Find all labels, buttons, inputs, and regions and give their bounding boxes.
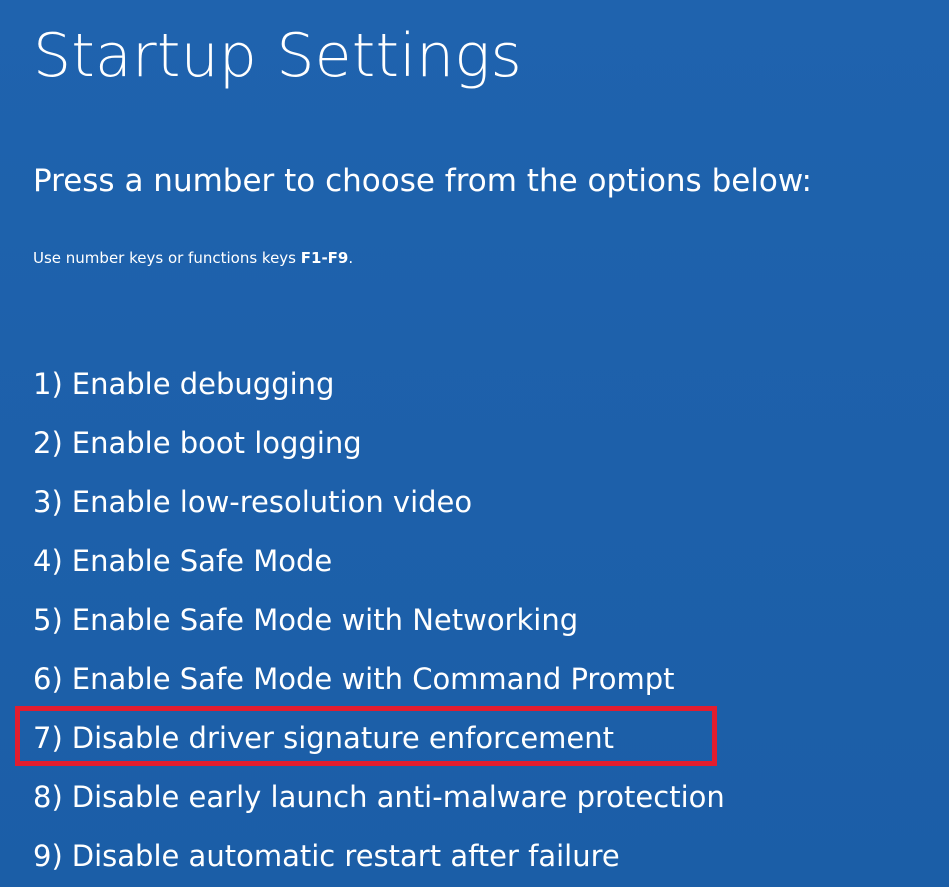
option-label: Enable boot logging [71,425,362,460]
option-enable-boot-logging[interactable]: 2) Enable boot logging [33,413,933,472]
option-number: 8) [33,779,63,814]
option-label: Enable Safe Mode [71,543,333,578]
option-number: 7) [33,720,63,755]
option-label: Enable Safe Mode with Command Prompt [71,661,675,696]
option-number: 9) [33,838,63,873]
option-enable-safe-mode-command-prompt[interactable]: 6) Enable Safe Mode with Command Prompt [33,649,933,708]
option-enable-debugging[interactable]: 1) Enable debugging [33,354,933,413]
option-label: Disable driver signature enforcement [71,720,615,755]
page-title: Startup Settings [33,21,522,91]
option-label: Enable debugging [71,366,335,401]
option-label: Disable automatic restart after failure [71,838,620,873]
option-number: 4) [33,543,63,578]
option-label: Disable early launch anti-malware protec… [71,779,725,814]
instruction-text: Press a number to choose from the option… [33,163,812,199]
option-enable-safe-mode-networking[interactable]: 5) Enable Safe Mode with Networking [33,590,933,649]
function-key-range: F1-F9 [300,249,349,267]
option-disable-automatic-restart[interactable]: 9) Disable automatic restart after failu… [33,826,933,885]
option-disable-early-launch-anti-malware[interactable]: 8) Disable early launch anti-malware pro… [33,767,933,826]
key-hint-prefix: Use number keys or functions keys [33,249,301,267]
option-disable-driver-signature-enforcement[interactable]: 7) Disable driver signature enforcement [15,706,933,767]
startup-settings-screen: Startup Settings Press a number to choos… [0,0,949,887]
startup-options-list: 1) Enable debugging 2) Enable boot loggi… [15,354,933,885]
option-enable-low-resolution-video[interactable]: 3) Enable low-resolution video [33,472,933,531]
option-label: Enable low-resolution video [71,484,473,519]
option-number: 2) [33,425,63,460]
key-hint: Use number keys or functions keys F1-F9. [33,246,353,270]
option-number: 1) [33,366,63,401]
key-hint-period: . [348,249,354,267]
option-enable-safe-mode[interactable]: 4) Enable Safe Mode [33,531,933,590]
option-number: 5) [33,602,63,637]
option-number: 6) [33,661,63,696]
option-number: 3) [33,484,63,519]
option-label: Enable Safe Mode with Networking [71,602,579,637]
